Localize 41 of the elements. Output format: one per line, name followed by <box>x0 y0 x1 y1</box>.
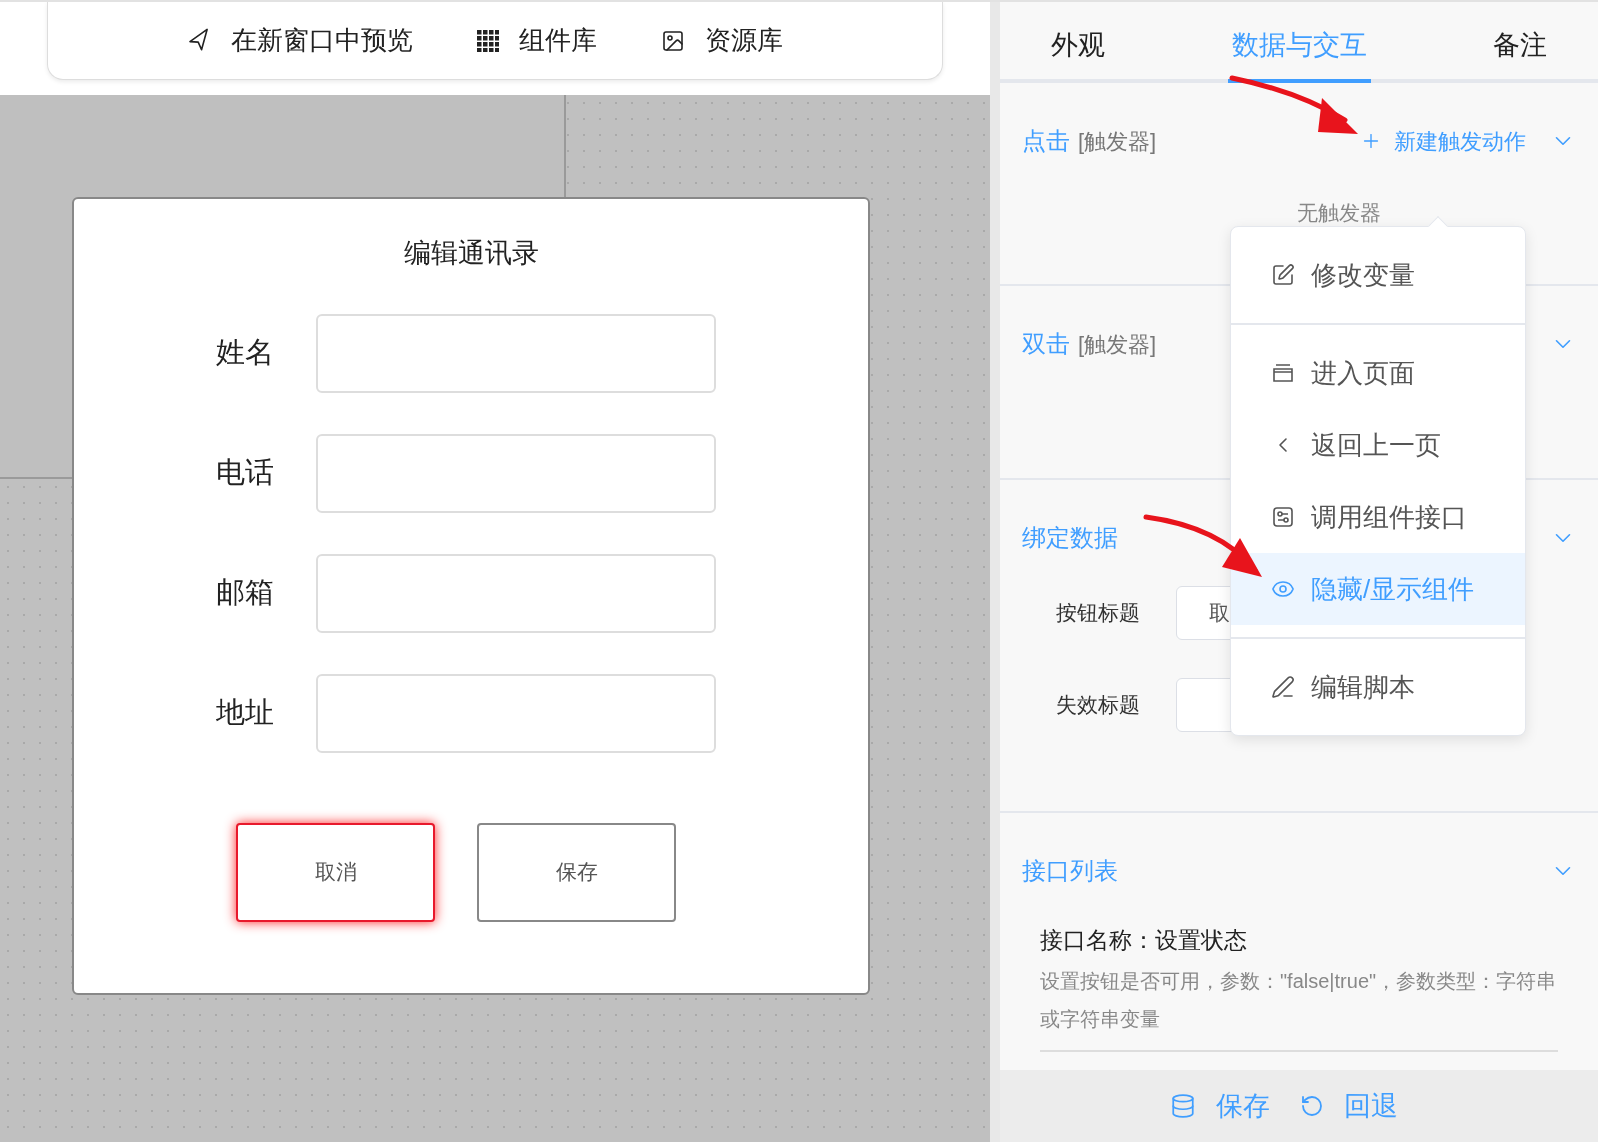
sliders-icon <box>1271 505 1295 529</box>
pen-icon <box>1271 675 1295 699</box>
api-description: 设置按钮是否可用，参数："false|true"，参数类型：字符串或字符串变量 <box>1040 968 1558 1032</box>
input-field[interactable] <box>316 433 716 513</box>
toolbar-button[interactable]: 组件库 <box>477 21 597 60</box>
grid-icon <box>477 29 499 52</box>
edit-icon <box>1271 263 1295 287</box>
menu-item[interactable]: 编辑脚本 <box>1231 651 1525 723</box>
dialog-button[interactable]: 取消 <box>236 822 435 922</box>
undo-icon <box>1300 1094 1324 1118</box>
menu-item[interactable]: 修改变量 <box>1231 239 1525 311</box>
field-label: 电话 <box>216 455 274 491</box>
field-label: 邮箱 <box>216 575 274 611</box>
menu-item[interactable]: 调用组件接口 <box>1231 481 1525 553</box>
empty-text: 无触发器 <box>1297 200 1381 226</box>
dialog-title: 编辑通讯录 <box>403 237 539 270</box>
window-icon <box>1271 361 1295 385</box>
input-field[interactable] <box>316 553 716 633</box>
field-label: 地址 <box>216 695 274 731</box>
toolbar-button[interactable]: 在新窗口中预览 <box>187 21 413 60</box>
section-tag: [触发器] <box>1078 327 1157 361</box>
image-icon <box>661 28 685 53</box>
menu-item[interactable]: 返回上一页 <box>1231 409 1525 481</box>
section-title: 接口列表 <box>1022 856 1118 886</box>
input-field[interactable] <box>316 673 716 753</box>
splitter-bar[interactable] <box>990 2 1000 1142</box>
section-tag: [触发器] <box>1078 124 1157 158</box>
input-field[interactable] <box>316 313 716 393</box>
toolbar-button[interactable]: 资源库 <box>661 21 783 60</box>
tab[interactable]: 备注 <box>1489 24 1551 83</box>
database-icon <box>1170 1093 1196 1119</box>
section-title: 绑定数据 <box>1022 523 1118 553</box>
menu-item[interactable]: 进入页面 <box>1231 337 1525 409</box>
section-title: 双击 <box>1022 329 1070 359</box>
api-name: 接口名称：设置状态 <box>1040 926 1248 955</box>
dialog-button[interactable]: 保存 <box>477 822 676 922</box>
section-title: 点击 <box>1022 126 1070 156</box>
tab[interactable]: 外观 <box>1047 24 1109 83</box>
field-label: 姓名 <box>216 335 274 371</box>
field-label: 失效标题 <box>1056 692 1141 719</box>
field-label: 按钮标题 <box>1056 600 1141 627</box>
